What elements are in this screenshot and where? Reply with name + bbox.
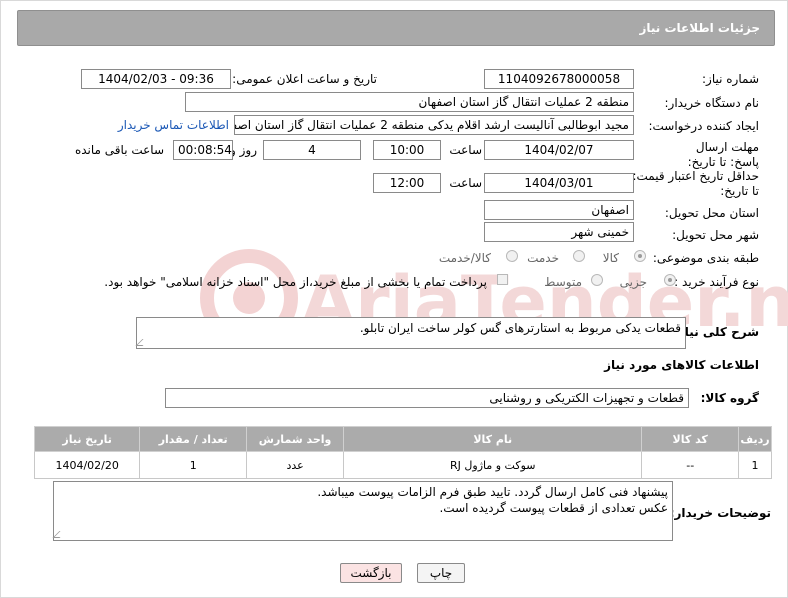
category-goods-service-label: کالا/خدمت [438, 251, 491, 265]
need-details-panel: AriaTender.neT جزئیات اطلاعات نیاز شماره… [0, 0, 788, 598]
delivery-province-field: اصفهان [484, 200, 634, 220]
page-title: جزئیات اطلاعات نیاز [639, 21, 760, 35]
reply-deadline-label: مهلت ارسال پاسخ: تا تاریخ: [687, 140, 759, 169]
remaining-label: ساعت باقی مانده [74, 143, 164, 157]
col-unit: واحد شمارش [246, 426, 345, 452]
requester-label: ایجاد کننده درخواست: [648, 119, 759, 133]
process-medium-label: متوسط [544, 275, 582, 289]
buyer-notes-textarea[interactable]: پیشنهاد فنی کامل ارسال گردد. تایید طبق ف… [52, 481, 673, 541]
reply-days-field: 4 [263, 140, 361, 160]
col-quantity: تعداد / مقدار [139, 426, 248, 452]
delivery-city-field: خمینی شهر [484, 222, 634, 242]
requester-field: مجید ابوطالبی آنالیست ارشد اقلام یدکی من… [234, 115, 634, 135]
buyer-contact-link[interactable]: اطلاعات تماس خریدار [118, 118, 229, 132]
table-header-row: ردیف کد کالا نام کالا واحد شمارش تعداد /… [33, 426, 772, 452]
days-and-label: روز و [230, 143, 257, 157]
category-label: طبقه بندی موضوعی: [652, 251, 759, 265]
quantity-cell: 1 [139, 451, 248, 479]
buyer-notes-line-1: پیشنهاد فنی کامل ارسال گردد. تایید طبق ف… [317, 485, 668, 499]
general-desc-text: قطعات یدکی مربوط به استارترهای گس کولر س… [359, 321, 681, 335]
process-minor-label: جزیی [619, 275, 647, 289]
need-date-cell: 1404/02/20 [33, 451, 141, 479]
col-item-name: نام کالا [343, 426, 643, 452]
need-number-field: 1104092678000058 [484, 69, 634, 89]
page-header: جزئیات اطلاعات نیاز [17, 10, 775, 46]
announce-datetime-label: تاریخ و ساعت اعلان عمومی: [232, 72, 377, 86]
process-minor-radio[interactable] [664, 274, 676, 286]
goods-info-heading: اطلاعات کالاهای مورد نیاز [604, 358, 759, 372]
price-validity-label: حداقل تاریخ اعتبار قیمت: تا تاریخ: [632, 169, 759, 198]
category-goods-label: کالا [602, 251, 619, 265]
buyer-notes-line-2: عکس تعدادی از قطعات پیوست گردیده است. [439, 501, 668, 515]
reply-hour-label: ساعت [449, 143, 482, 157]
delivery-province-label: استان محل تحویل: [664, 206, 759, 220]
buyer-org-label: نام دستگاه خریدار: [664, 96, 760, 110]
general-desc-textarea[interactable]: قطعات یدکی مربوط به استارترهای گس کولر س… [135, 317, 686, 349]
category-service-radio[interactable] [573, 250, 585, 262]
back-button[interactable]: بازگشت [340, 563, 402, 583]
price-time-field: 12:00 [373, 173, 441, 193]
treasury-payment-checkbox[interactable] [497, 274, 508, 285]
row-number-cell: 1 [738, 451, 772, 479]
need-number-label: شماره نیاز: [702, 72, 759, 86]
price-date-field: 1404/03/01 [484, 173, 634, 193]
resize-grip-icon[interactable] [52, 531, 67, 538]
reply-date-field: 1404/02/07 [484, 140, 634, 160]
process-type-label: نوع فرآیند خرید : [674, 275, 759, 289]
print-button[interactable]: چاپ [417, 563, 465, 583]
unit-cell: عدد [246, 451, 345, 479]
col-need-date: تاریخ نیاز [33, 426, 141, 452]
col-item-code: کد کالا [641, 426, 740, 452]
treasury-payment-note: پرداخت تمام یا بخشی از مبلغ خرید،از محل … [104, 275, 487, 289]
item-code-cell: -- [641, 451, 740, 479]
item-name-cell: سوکت و ماژول RJ [343, 451, 643, 479]
goods-group-label: گروه کالا: [700, 391, 759, 405]
col-row-number: ردیف [738, 426, 772, 452]
category-goods-service-radio[interactable] [506, 250, 518, 262]
announce-datetime-field: 1404/02/03 - 09:36 [81, 69, 231, 89]
delivery-city-label: شهر محل تحویل: [672, 228, 759, 242]
buyer-notes-label: توضیحات خریدار: [669, 506, 771, 520]
category-goods-radio[interactable] [634, 250, 646, 262]
process-medium-radio[interactable] [591, 274, 603, 286]
table-row[interactable]: 1 -- سوکت و ماژول RJ عدد 1 1404/02/20 [33, 451, 772, 479]
category-service-label: خدمت [527, 251, 559, 265]
reply-time-field: 10:00 [373, 140, 441, 160]
buyer-org-field: منطقه 2 عملیات انتقال گاز استان اصفهان [185, 92, 634, 112]
goods-group-field: قطعات و تجهیزات الکتریکی و روشنایی [165, 388, 689, 408]
resize-grip-icon[interactable] [135, 339, 150, 346]
remaining-time-field: 00:08:54 [173, 140, 233, 160]
goods-table: ردیف کد کالا نام کالا واحد شمارش تعداد /… [33, 426, 772, 479]
price-hour-label: ساعت [449, 176, 482, 190]
